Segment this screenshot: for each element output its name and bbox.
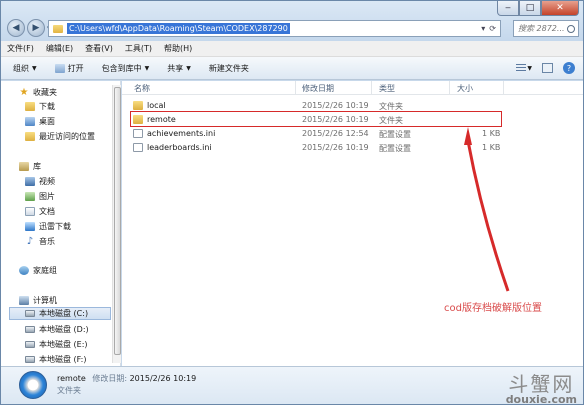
downloads-icon: [25, 102, 35, 111]
chevron-down-icon: ▼: [186, 64, 191, 72]
open-icon: [54, 63, 65, 73]
refresh-icon[interactable]: ⟳: [489, 24, 496, 33]
chevron-down-icon: ▼: [144, 64, 150, 72]
column-size[interactable]: 大小: [457, 83, 473, 94]
sidebar-item-drive-f[interactable]: 本地磁盘 (F:): [25, 354, 86, 365]
sidebar-item-drive-c[interactable]: 本地磁盘 (C:): [9, 307, 111, 320]
picture-icon: [25, 192, 35, 201]
menu-edit[interactable]: 编辑(E): [46, 43, 73, 54]
help-icon[interactable]: ?: [563, 62, 575, 74]
menu-bar: 文件(F) 编辑(E) 查看(V) 工具(T) 帮助(H): [1, 41, 583, 57]
address-dropdown-icon[interactable]: ▾: [481, 24, 485, 33]
column-type[interactable]: 类型: [379, 83, 395, 94]
column-name[interactable]: 名称: [134, 83, 150, 94]
menu-view[interactable]: 查看(V): [85, 43, 113, 54]
sidebar-item-music[interactable]: ♪ 音乐: [25, 236, 55, 247]
new-folder-button[interactable]: 新建文件夹: [209, 63, 249, 74]
library-icon: [19, 162, 29, 171]
organize-button[interactable]: 组织 ▼: [13, 63, 37, 74]
sidebar-item-favorites[interactable]: ★ 收藏夹: [19, 87, 57, 98]
include-in-library-button[interactable]: 包含到库中 ▼: [102, 63, 150, 74]
settings-file-icon: [133, 143, 143, 152]
drive-icon: [25, 341, 35, 348]
file-name: local: [147, 101, 166, 110]
sidebar-item-recent[interactable]: 最近访问的位置: [25, 131, 95, 142]
search-placeholder: 搜索 2872...: [518, 24, 565, 33]
recent-places-icon: [25, 132, 35, 141]
sidebar-item-drive-d[interactable]: 本地磁盘 (D:): [25, 324, 89, 335]
file-name: leaderboards.ini: [147, 143, 212, 152]
watermark-en: douxie.com: [505, 393, 577, 405]
window-controls: ‒ □ ✕: [497, 1, 579, 16]
nav-buttons: ◀ ▶ ▾: [7, 19, 51, 37]
file-type: 配置设置: [379, 130, 411, 139]
file-name: achievements.ini: [147, 129, 216, 138]
music-icon: ♪: [26, 236, 34, 247]
sidebar-item-libraries[interactable]: 库: [19, 161, 41, 172]
sidebar-item-thunder[interactable]: 迅雷下载: [25, 221, 71, 232]
menu-tools[interactable]: 工具(T): [125, 43, 152, 54]
file-modified: 2015/2/26 12:54: [302, 129, 369, 138]
maximize-button[interactable]: □: [519, 1, 541, 16]
annotation-arrow: [464, 127, 510, 292]
menu-file[interactable]: 文件(F): [7, 43, 34, 54]
title-bar: ‒ □ ✕ ◀ ▶ ▾ C:\Users\wfd\AppData\Roaming…: [1, 1, 583, 41]
drive-icon: [25, 356, 35, 363]
sidebar-item-pictures[interactable]: 图片: [25, 191, 55, 202]
column-modified[interactable]: 修改日期: [302, 83, 334, 94]
details-name: remote: [57, 374, 86, 383]
menu-help[interactable]: 帮助(H): [164, 43, 192, 54]
sidebar-item-downloads[interactable]: 下载: [25, 101, 55, 112]
sidebar-item-homegroup[interactable]: 家庭组: [19, 265, 57, 276]
homegroup-icon: [19, 266, 29, 275]
close-button[interactable]: ✕: [541, 1, 579, 16]
command-bar: 组织 ▼ 打开 包含到库中 ▼ 共享 ▼ 新建文件夹 ▼ ?: [1, 57, 583, 80]
drive-icon: [25, 326, 35, 333]
sidebar-item-desktop[interactable]: 桌面: [25, 116, 55, 127]
search-icon[interactable]: [567, 24, 575, 33]
folder-icon: [133, 101, 143, 110]
file-type: 配置设置: [379, 144, 411, 153]
folder-preview-icon: [19, 371, 47, 399]
sidebar-item-drive-e[interactable]: 本地磁盘 (E:): [25, 339, 88, 350]
address-path[interactable]: C:\Users\wfd\AppData\Roaming\Steam\CODEX…: [67, 23, 290, 34]
file-list: 名称 修改日期 类型 大小 local 2015/2/26 10:19 文件夹 …: [122, 81, 583, 366]
open-button[interactable]: 打开: [54, 63, 84, 74]
sidebar-item-documents[interactable]: 文档: [25, 206, 55, 217]
share-button[interactable]: 共享 ▼: [167, 63, 191, 74]
site-watermark: 斗蟹网 douxie.com: [505, 368, 577, 405]
nav-scrollbar[interactable]: [112, 85, 121, 363]
forward-button[interactable]: ▶: [27, 19, 45, 37]
thunder-download-icon: [25, 222, 35, 231]
sidebar-item-computer[interactable]: 计算机: [19, 295, 57, 306]
folder-icon: [53, 24, 63, 33]
nav-scrollbar-thumb[interactable]: [114, 87, 121, 355]
preview-pane-icon[interactable]: [542, 63, 553, 73]
explorer-window: ‒ □ ✕ ◀ ▶ ▾ C:\Users\wfd\AppData\Roaming…: [0, 0, 584, 405]
address-bar[interactable]: C:\Users\wfd\AppData\Roaming\Steam\CODEX…: [48, 20, 501, 37]
computer-icon: [19, 296, 29, 305]
details-modified-label: 修改日期:: [92, 374, 128, 383]
back-button[interactable]: ◀: [7, 19, 25, 37]
details-modified: 2015/2/26 10:19: [129, 374, 197, 383]
chevron-down-icon: ▼: [32, 64, 37, 72]
video-icon: [25, 177, 35, 186]
sidebar-item-videos[interactable]: 视频: [25, 176, 55, 187]
minimize-button[interactable]: ‒: [497, 1, 519, 16]
details-pane: remote 修改日期: 2015/2/26 10:19 文件夹 斗蟹网 dou…: [1, 366, 583, 405]
desktop-icon: [25, 117, 35, 126]
document-icon: [25, 207, 35, 216]
details-type: 文件夹: [57, 386, 81, 395]
file-modified: 2015/2/26 10:19: [302, 101, 369, 110]
drive-icon: [25, 310, 35, 317]
annotation-label: cod版存档破解版位置: [444, 303, 542, 314]
view-options-icon[interactable]: ▼: [516, 64, 532, 72]
star-icon: ★: [19, 87, 29, 98]
navigation-pane: ★收藏夹 下载 桌面 最近访问的位置 库 视频 图片 文档 迅雷下载 ♪音乐: [1, 81, 121, 366]
search-input[interactable]: 搜索 2872...: [513, 20, 579, 37]
file-modified: 2015/2/26 10:19: [302, 143, 369, 152]
settings-file-icon: [133, 129, 143, 138]
column-headers: 名称 修改日期 类型 大小: [122, 81, 583, 95]
